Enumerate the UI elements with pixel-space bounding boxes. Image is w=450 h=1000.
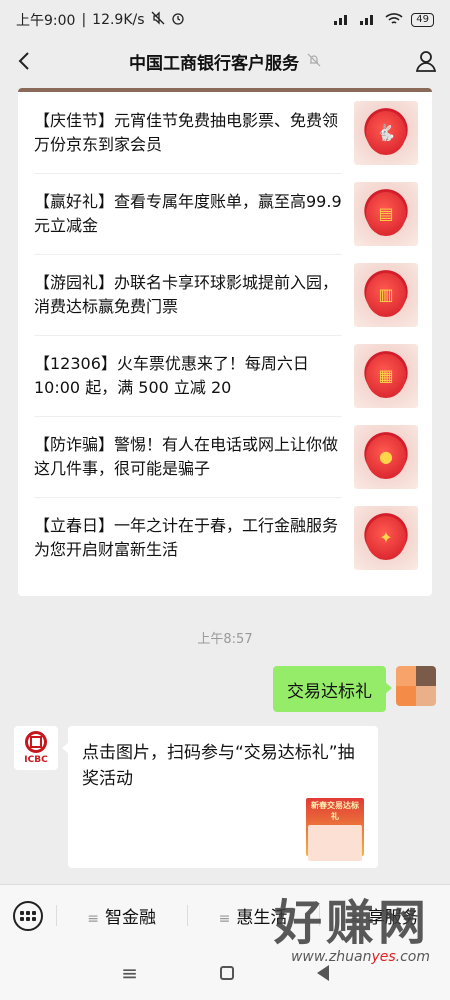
promo-item[interactable]: 【庆佳节】元宵佳节免费抽电影票、免费领万份京东到家会员 🐇 <box>18 92 432 173</box>
icbc-logo-text: ICBC <box>24 755 48 765</box>
sent-message-bubble[interactable]: 交易达标礼 <box>273 666 392 712</box>
user-icon <box>415 51 437 72</box>
keyboard-icon <box>13 900 43 931</box>
bird-icon: ✦ <box>366 515 406 560</box>
promo-item[interactable]: 【赢好礼】查看专属年度账单，赢至高99.9元立减金 ▤ <box>18 173 432 254</box>
title-bar: 中国工商银行客户服务 <box>0 40 450 82</box>
received-message-bubble[interactable]: 点击图片，扫码参与“交易达标礼”抽奖活动 新春交易达标礼 <box>62 726 378 868</box>
status-bar: 上午9:00 | 12.9K/s 49 <box>0 0 450 40</box>
signal-icon <box>333 13 351 28</box>
menu-item-services[interactable]: ≡ 享服务 <box>318 903 450 928</box>
promo-item-text: 【12306】火车票优惠来了！每周六日 10:00 起，满 500 立减 20 <box>34 353 309 397</box>
menu-item-label: 享服务 <box>367 908 419 928</box>
promo-item-thumbnail: ▤ <box>354 181 418 246</box>
promo-item[interactable]: 【立春日】一年之计在于春，工行金融服务为您开启财富新生活 ✦ <box>18 497 432 578</box>
alarm-icon <box>171 11 185 29</box>
ticket-icon: ▥ <box>366 272 406 317</box>
menu-item-label: 智金融 <box>105 908 157 928</box>
mute-icon <box>151 11 165 29</box>
bottom-menu: ≡ 智金融 ≡ 惠生活 ≡ 享服务 <box>0 884 450 946</box>
menu-lines-icon: ≡ <box>349 911 362 927</box>
icbc-logo-icon <box>25 731 47 753</box>
rabbit-icon: 🐇 <box>366 110 406 155</box>
bill-icon: ▤ <box>366 191 406 236</box>
menu-item-benefit-life[interactable]: ≡ 惠生活 <box>187 903 318 928</box>
promo-item-thumbnail: ● <box>354 424 418 489</box>
train-icon: ▦ <box>366 353 406 398</box>
mute-bell-icon <box>307 52 321 71</box>
promo-item-text: 【游园礼】办联名卡享环球影城提前入园，消费达标赢免费门票 <box>34 272 339 316</box>
received-message-row: ICBC 点击图片，扫码参与“交易达标礼”抽奖活动 新春交易达标礼 <box>14 726 378 868</box>
status-right: 49 <box>333 12 434 29</box>
menu-item-smart-finance[interactable]: ≡ 智金融 <box>56 903 187 928</box>
sent-message-row: 交易达标礼 <box>273 666 436 712</box>
signal-icon <box>359 13 377 28</box>
promo-item-text: 【立春日】一年之计在于春，工行金融服务为您开启财富新生活 <box>34 515 339 559</box>
chevron-left-icon <box>18 52 29 70</box>
battery-indicator: 49 <box>411 13 434 27</box>
promo-item-text: 【防诈骗】警惕！有人在电话或网上让你做这几件事，很可能是骗子 <box>34 434 339 478</box>
nav-home-icon[interactable] <box>220 966 235 980</box>
wifi-icon <box>385 12 403 29</box>
promo-item-thumbnail: ✦ <box>354 505 418 570</box>
message-timestamp: 上午8:57 <box>197 632 253 647</box>
promo-item-thumbnail: ▦ <box>354 343 418 408</box>
promo-item-thumbnail: 🐇 <box>354 100 418 165</box>
promo-item-text: 【庆佳节】元宵佳节免费抽电影票、免费领万份京东到家会员 <box>34 110 339 154</box>
promo-card: 【庆佳节】元宵佳节免费抽电影票、免费领万份京东到家会员 🐇 【赢好礼】查看专属年… <box>18 88 432 596</box>
promo-item[interactable]: 【12306】火车票优惠来了！每周六日 10:00 起，满 500 立减 20 … <box>18 335 432 416</box>
gourd-icon: ● <box>366 434 406 479</box>
status-divider: | <box>81 12 87 28</box>
nav-back-icon[interactable] <box>316 965 329 981</box>
keyboard-toggle-button[interactable] <box>0 900 56 931</box>
promo-image-thumbnail[interactable]: 新春交易达标礼 <box>306 798 364 861</box>
promo-image-title: 新春交易达标礼 <box>311 801 359 821</box>
nav-menu-icon[interactable]: ≡ <box>121 961 138 985</box>
back-button[interactable] <box>10 47 38 75</box>
received-message-text: 点击图片，扫码参与“交易达标礼”抽奖活动 <box>82 743 355 789</box>
system-nav-bar: ≡ <box>0 946 450 1000</box>
promo-item[interactable]: 【游园礼】办联名卡享环球影城提前入园，消费达标赢免费门票 ▥ <box>18 254 432 335</box>
icbc-avatar[interactable]: ICBC <box>14 726 58 770</box>
title-wrap: 中国工商银行客户服务 <box>38 49 412 74</box>
promo-item-thumbnail: ▥ <box>354 262 418 327</box>
menu-item-label: 惠生活 <box>236 908 288 928</box>
status-left: 上午9:00 | 12.9K/s <box>16 10 185 30</box>
avatar[interactable] <box>396 666 436 706</box>
menu-lines-icon: ≡ <box>218 911 231 927</box>
profile-button[interactable] <box>412 47 440 75</box>
status-time: 上午9:00 <box>16 13 76 29</box>
promo-item[interactable]: 【防诈骗】警惕！有人在电话或网上让你做这几件事，很可能是骗子 ● <box>18 416 432 497</box>
promo-item-text: 【赢好礼】查看专属年度账单，赢至高99.9元立减金 <box>34 191 342 235</box>
menu-lines-icon: ≡ <box>87 911 100 927</box>
promo-image-body <box>308 825 362 861</box>
chat-title: 中国工商银行客户服务 <box>129 53 299 74</box>
network-speed: 12.9K/s <box>92 12 145 28</box>
